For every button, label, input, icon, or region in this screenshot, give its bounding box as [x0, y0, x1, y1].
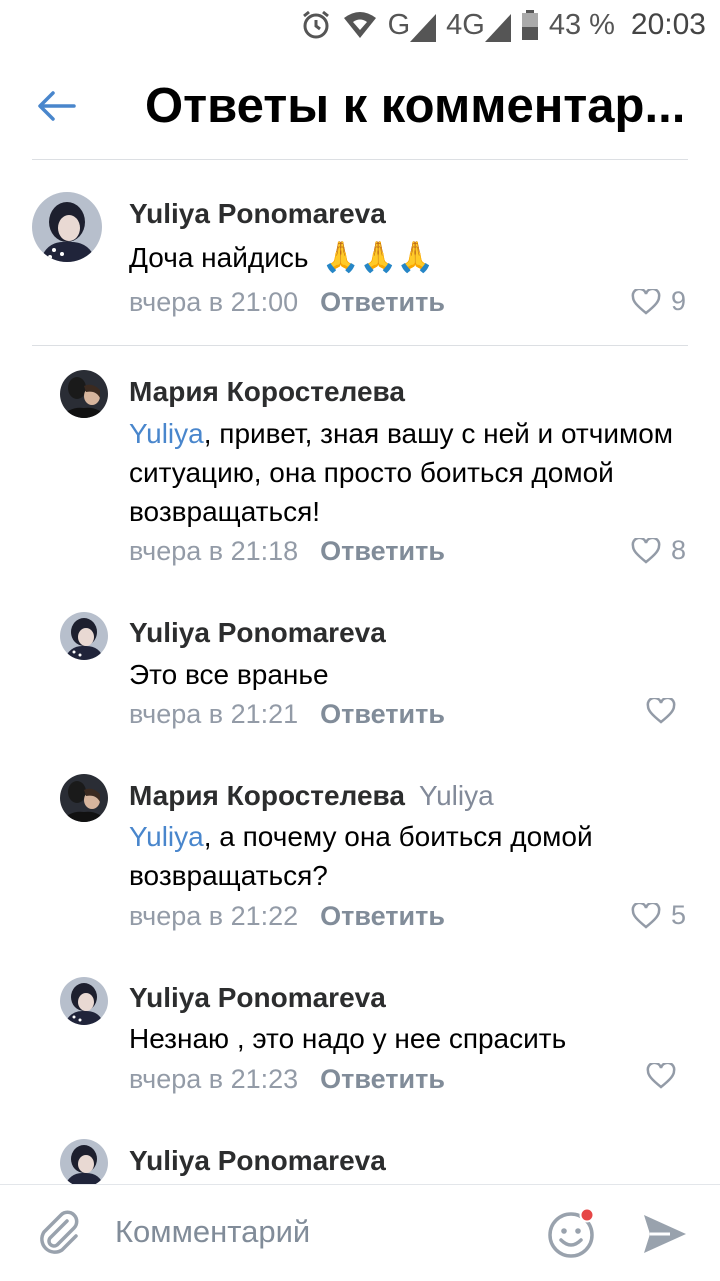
emoji-button[interactable] — [546, 1207, 598, 1259]
comment-author[interactable]: Yuliya Ponomareva — [129, 1145, 386, 1177]
like-button[interactable] — [646, 698, 686, 724]
comment-meta: вчера в 21:22 Ответить — [129, 901, 445, 932]
comment-time: вчера в 21:00 — [129, 287, 299, 317]
avatar[interactable] — [60, 1139, 108, 1187]
heart-icon — [646, 1063, 676, 1089]
like-count: 8 — [670, 535, 686, 565]
comment-author[interactable]: Yuliya Ponomareva — [129, 198, 386, 230]
author-name: Yuliya Ponomareva — [129, 617, 386, 648]
heart-icon — [646, 698, 676, 724]
attach-button[interactable] — [34, 1207, 84, 1257]
alarm-icon — [302, 10, 329, 39]
battery-percent: 43 % — [548, 8, 615, 41]
avatar[interactable] — [60, 370, 108, 418]
comment-text: Доча найдись 🙏🙏🙏 — [129, 238, 699, 277]
comment-meta: вчера в 21:21 Ответить — [129, 699, 445, 730]
avatar[interactable] — [60, 977, 108, 1025]
like-button[interactable] — [646, 1063, 686, 1089]
reply-to-name[interactable]: Yuliya — [419, 780, 494, 811]
comment-text-content: , привет, зная вашу с ней и отчимом ситу… — [129, 418, 674, 527]
pray-emoji: 🙏🙏🙏 — [322, 241, 435, 274]
comment-text-content: Доча найдись — [129, 242, 309, 273]
clock: 20:03 — [630, 8, 706, 41]
heart-icon — [631, 902, 661, 929]
comment-time: вчера в 21:23 — [129, 1064, 299, 1094]
author-name: Мария Коростелева — [129, 376, 405, 407]
reply-button[interactable]: Ответить — [320, 1064, 445, 1094]
comment-text: Yuliya, привет, зная вашу с ней и отчимо… — [129, 414, 699, 531]
network2-label: 4G — [446, 8, 485, 41]
reply-button[interactable]: Ответить — [320, 901, 445, 931]
back-button[interactable] — [30, 80, 82, 132]
like-count: 5 — [670, 900, 686, 930]
emoji-icon — [548, 1207, 595, 1258]
author-name: Yuliya Ponomareva — [129, 198, 386, 229]
divider — [32, 345, 688, 346]
avatar[interactable] — [32, 192, 102, 262]
reply-button[interactable]: Ответить — [320, 536, 445, 566]
comment-author[interactable]: Yuliya Ponomareva — [129, 982, 386, 1014]
like-button[interactable]: 8 — [631, 535, 686, 566]
author-name: Мария Коростелева — [129, 780, 405, 811]
signal-icon — [484, 13, 511, 42]
header: Ответы к комментар... — [0, 50, 720, 160]
comment-text-content: Незнаю , это надо у нее спрасить — [129, 1023, 567, 1054]
author-name: Yuliya Ponomareva — [129, 982, 386, 1013]
comment-author[interactable]: Мария Коростелева — [129, 376, 405, 408]
comment-author[interactable]: Мария Коростелева Yuliya — [129, 780, 494, 812]
comment-text: Незнаю , это надо у нее спрасить — [129, 1019, 699, 1058]
like-count: 9 — [670, 286, 686, 316]
author-name: Yuliya Ponomareva — [129, 1145, 386, 1176]
page-title: Ответы к комментар... — [145, 79, 686, 133]
comment-input[interactable] — [115, 1207, 515, 1257]
comment-time: вчера в 21:18 — [129, 536, 299, 566]
network-label: G — [387, 8, 411, 41]
comment-meta: вчера в 21:00 Ответить — [129, 287, 445, 318]
comment-author[interactable]: Yuliya Ponomareva — [129, 617, 386, 649]
header-divider — [32, 159, 688, 160]
attach-icon — [40, 1210, 79, 1254]
like-button[interactable]: 5 — [631, 900, 686, 931]
comment-time: вчера в 21:21 — [129, 699, 299, 729]
status-bar: G 4G 43 % 20:03 — [0, 0, 720, 50]
send-button[interactable] — [640, 1209, 690, 1259]
heart-icon — [631, 537, 661, 564]
send-icon — [644, 1215, 686, 1253]
comment-text-content: Это все вранье — [129, 659, 329, 690]
comment-time: вчера в 21:22 — [129, 901, 299, 931]
battery-icon — [521, 10, 538, 40]
heart-icon — [631, 288, 661, 315]
wifi-icon — [343, 12, 376, 38]
mention-link[interactable]: Yuliya — [129, 418, 204, 449]
reply-button[interactable]: Ответить — [320, 699, 445, 729]
like-button[interactable]: 9 — [631, 286, 686, 317]
comment-meta: вчера в 21:23 Ответить — [129, 1064, 445, 1095]
mention-link[interactable]: Yuliya — [129, 821, 204, 852]
comment-text: Yuliya, а почему она боиться домой возвр… — [129, 817, 699, 895]
comment-text: Это все вранье — [129, 655, 699, 694]
comment-composer — [0, 1184, 720, 1281]
comment-meta: вчера в 21:18 Ответить — [129, 536, 445, 567]
avatar[interactable] — [60, 774, 108, 822]
back-arrow-icon — [38, 91, 76, 121]
avatar[interactable] — [60, 612, 108, 660]
signal-icon — [410, 13, 437, 42]
reply-button[interactable]: Ответить — [320, 287, 445, 317]
